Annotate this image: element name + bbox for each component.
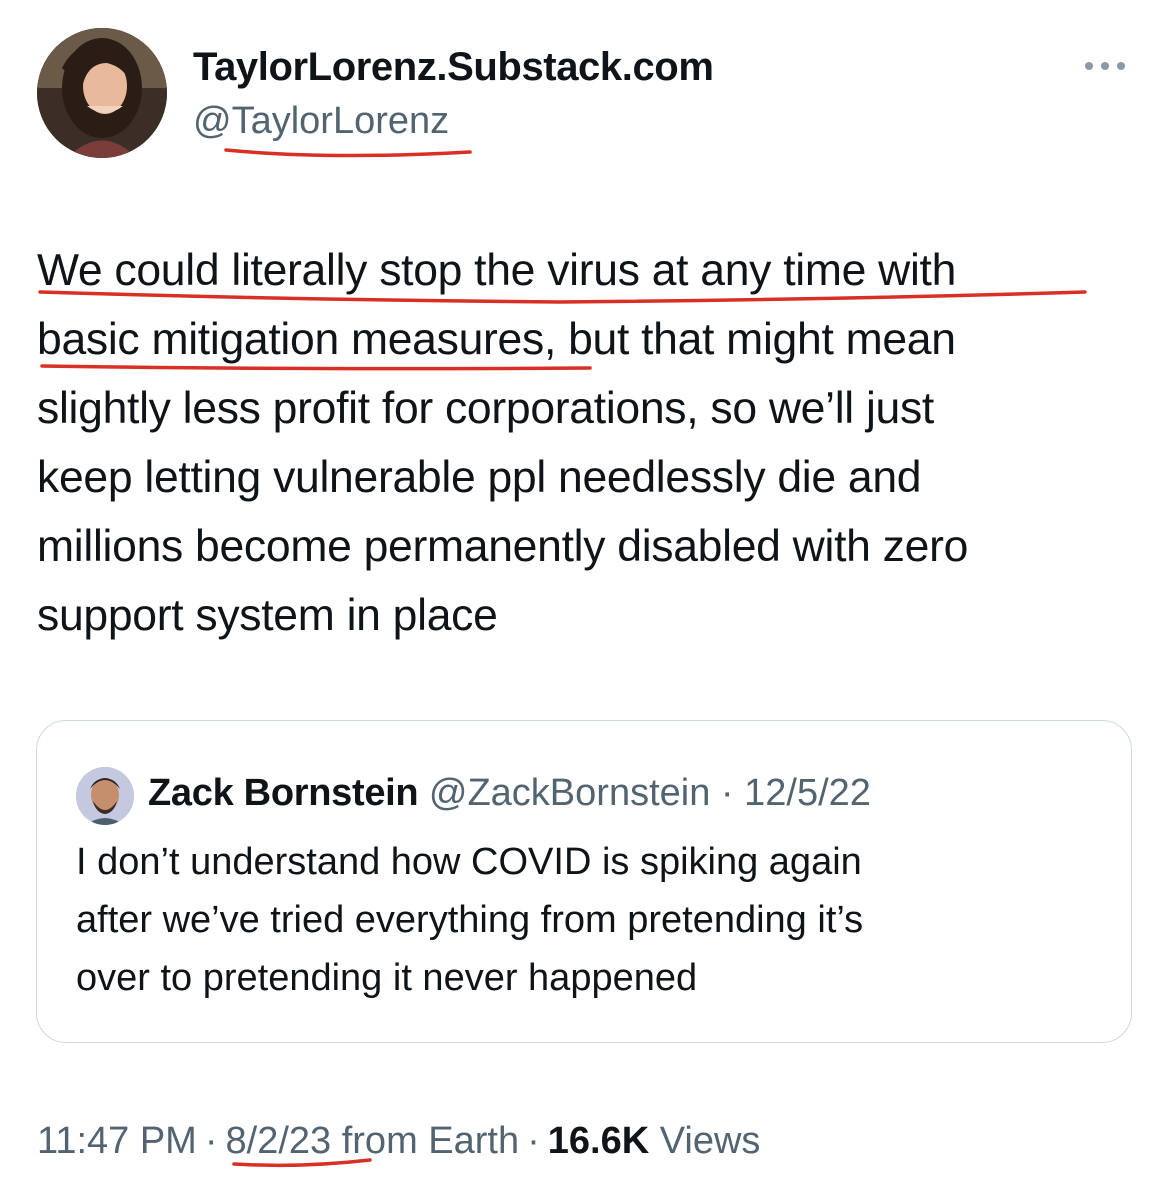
tweet-source: from Earth [341, 1120, 520, 1162]
author-avatar[interactable] [37, 28, 167, 158]
tweet-metadata: 11:47 PM · 8/2/23 from Earth · 16.6K Views [37, 1115, 760, 1167]
meta-separator: · [204, 1120, 218, 1162]
quoted-author-avatar[interactable] [76, 767, 134, 825]
quoted-tweet-text: I don’t understand how COVID is spiking … [76, 841, 864, 999]
author-display-name[interactable]: TaylorLorenz.Substack.com [193, 42, 714, 92]
views-label: Views [659, 1120, 761, 1162]
quoted-author-handle[interactable]: @ZackBornstein [429, 772, 710, 814]
meta-separator: · [527, 1120, 540, 1162]
quoted-header-separator: · [720, 772, 734, 814]
quoted-tweet-header: Zack Bornstein @ZackBornstein · 12/5/22 [148, 767, 871, 819]
ellipsis-icon[interactable] [1080, 56, 1130, 76]
quoted-tweet-card[interactable]: Zack Bornstein @ZackBornstein · 12/5/22 … [36, 720, 1132, 1043]
views-count[interactable]: 16.6K [548, 1120, 649, 1162]
tweet-text: We could literally stop the virus at any… [37, 246, 969, 640]
tweet-date[interactable]: 8/2/23 [226, 1120, 332, 1162]
underline-handle [224, 148, 472, 158]
tweet-time[interactable]: 11:47 PM [37, 1120, 197, 1162]
quoted-author-name[interactable]: Zack Bornstein [148, 772, 419, 814]
author-avatar-image [37, 28, 167, 158]
quoted-author-avatar-image [76, 767, 134, 825]
quoted-tweet-date[interactable]: 12/5/22 [744, 772, 871, 814]
author-handle[interactable]: @TaylorLorenz [193, 96, 449, 146]
